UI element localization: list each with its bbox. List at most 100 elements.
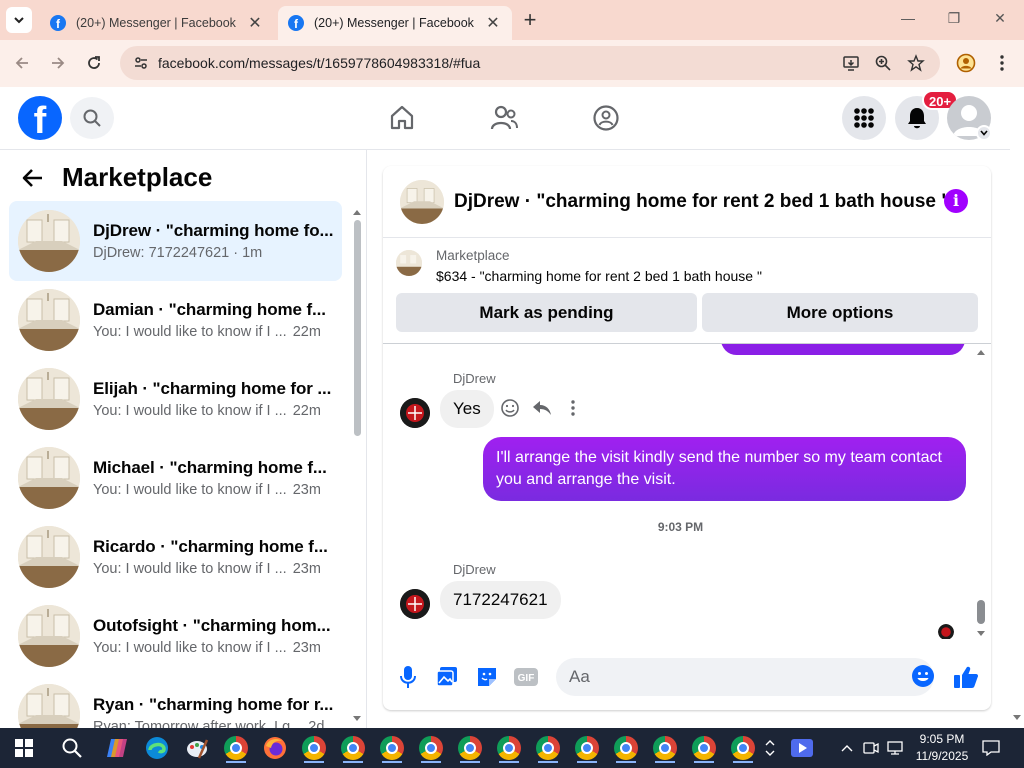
restore-icon[interactable]: ❐ [944, 10, 964, 27]
thread-scrollbar[interactable] [975, 346, 987, 640]
install-app-icon[interactable] [840, 52, 862, 74]
url-text[interactable]: facebook.com/messages/t/1659778604983318… [158, 55, 940, 71]
minimize-icon[interactable]: — [898, 10, 918, 26]
conversation-item[interactable]: Outofsight · "charming hom... You: I woul… [9, 596, 342, 676]
thumbs-up-icon[interactable] [953, 664, 979, 690]
tab-search-button[interactable] [6, 7, 32, 33]
profile-icon[interactable] [954, 51, 978, 75]
chrome-app-icon[interactable] [610, 732, 642, 764]
groups-nav-button[interactable] [589, 101, 623, 135]
conversation-time: 23m [292, 482, 321, 498]
media-app-icon[interactable] [786, 732, 818, 764]
react-emoji-icon[interactable] [498, 396, 522, 420]
zoom-icon[interactable] [872, 52, 894, 74]
scroll-thumb[interactable] [977, 600, 985, 624]
chrome-app-icon[interactable] [649, 732, 681, 764]
incoming-message[interactable]: 7172247621 [440, 581, 561, 619]
account-chevron-icon[interactable] [976, 125, 992, 141]
edge-browser-icon[interactable] [141, 732, 173, 764]
info-icon[interactable]: i [944, 189, 968, 213]
menu-button[interactable] [842, 96, 886, 140]
sender-name: DjDrew [453, 371, 496, 386]
browser-menu-icon[interactable] [990, 51, 1014, 75]
previous-message-bubble[interactable] [721, 344, 965, 355]
chrome-app-icon[interactable] [688, 732, 720, 764]
microphone-icon[interactable] [395, 664, 421, 690]
taskbar-overflow-chevron-icon[interactable] [762, 732, 778, 764]
scroll-down-icon[interactable] [1012, 714, 1022, 722]
more-options-button[interactable]: More options [702, 293, 978, 332]
paint-icon[interactable] [181, 732, 213, 764]
incoming-message[interactable]: Yes [440, 390, 494, 428]
firefox-icon[interactable] [259, 732, 291, 764]
sender-avatar[interactable] [400, 589, 430, 619]
conversation-scrollbar[interactable] [352, 208, 362, 728]
bookmark-star-icon[interactable] [905, 52, 927, 74]
meet-now-icon[interactable] [862, 739, 880, 757]
address-bar[interactable]: facebook.com/messages/t/1659778604983318… [120, 46, 940, 80]
more-actions-icon[interactable] [561, 396, 585, 420]
facebook-logo[interactable]: f [18, 96, 62, 140]
chrome-app-icon[interactable] [454, 732, 486, 764]
browser-tab-2[interactable]: f (20+) Messenger | Facebook ✕ [278, 6, 512, 40]
conversation-item[interactable]: Ricardo · "charming home f... You: I woul… [9, 517, 342, 597]
scroll-down-icon[interactable] [352, 715, 362, 723]
conversation-name: DjDrew · "charming home fo... [93, 221, 333, 240]
network-icon[interactable] [886, 739, 904, 757]
site-info-icon[interactable] [124, 55, 158, 71]
chrome-app-icon[interactable] [220, 732, 252, 764]
gif-icon[interactable]: GIF [513, 664, 539, 690]
message-input[interactable]: Aa [556, 658, 934, 696]
notification-center-icon[interactable] [982, 739, 1000, 757]
reload-button[interactable] [82, 51, 106, 75]
conversation-item[interactable]: DjDrew · "charming home fo... DjDrew: 717… [9, 201, 342, 281]
mark-as-pending-button[interactable]: Mark as pending [396, 293, 697, 332]
friends-nav-button[interactable] [487, 101, 521, 135]
chrome-app-icon[interactable] [571, 732, 603, 764]
chrome-app-icon[interactable] [493, 732, 525, 764]
sticker-icon[interactable] [474, 664, 500, 690]
emoji-icon[interactable] [911, 664, 937, 690]
conversation-item[interactable]: Damian · "charming home f... You: I would… [9, 280, 342, 360]
sender-avatar[interactable] [400, 398, 430, 428]
chrome-app-icon[interactable] [376, 732, 408, 764]
photo-gallery-icon[interactable] [434, 664, 460, 690]
listing-price-title[interactable]: $634 - "charming home for rent 2 bed 1 b… [436, 268, 762, 284]
forward-button[interactable] [46, 51, 70, 75]
close-tab-icon[interactable]: ✕ [246, 13, 264, 33]
system-clock[interactable]: 9:05 PM 11/9/2025 [912, 731, 972, 765]
chrome-app-icon[interactable] [532, 732, 564, 764]
chrome-app-icon[interactable] [415, 732, 447, 764]
show-hidden-icons-chevron-icon[interactable] [838, 739, 856, 757]
reply-icon[interactable] [530, 396, 554, 420]
outgoing-message[interactable]: I'll arrange the visit kindly send the n… [483, 437, 966, 501]
close-window-icon[interactable]: ✕ [990, 10, 1010, 27]
page-scrollbar[interactable] [1010, 87, 1024, 728]
search-button[interactable] [70, 97, 114, 139]
conversation-text: Elijah · "charming home for ... You: I wo… [93, 379, 333, 419]
back-arrow-icon[interactable] [22, 168, 48, 188]
tab-title: (20+) Messenger | Facebook [314, 16, 474, 30]
new-tab-button[interactable]: + [518, 8, 542, 32]
conversation-item[interactable]: Elijah · "charming home for ... You: I wo… [9, 359, 342, 439]
scroll-down-icon[interactable] [976, 630, 986, 638]
scroll-up-icon[interactable] [352, 208, 362, 216]
chrome-app-icon[interactable] [337, 732, 369, 764]
chrome-app-icon[interactable] [727, 732, 759, 764]
listing-avatar[interactable] [400, 179, 444, 224]
scroll-up-icon[interactable] [976, 348, 986, 356]
start-button[interactable] [8, 732, 40, 764]
conversation-item[interactable]: Michael · "charming home f... You: I woul… [9, 438, 342, 518]
conversation-item[interactable]: Ryan · "charming home for r... Ryan: Tomo… [9, 675, 342, 728]
taskbar-search-button[interactable] [56, 732, 88, 764]
conversation-name: Outofsight · "charming hom... [93, 616, 331, 635]
chrome-app-icon[interactable] [298, 732, 330, 764]
home-nav-button[interactable] [385, 101, 419, 135]
back-button[interactable] [10, 51, 34, 75]
close-tab-icon[interactable]: ✕ [484, 13, 502, 33]
copilot-icon[interactable] [101, 732, 133, 764]
conversation-preview: You: I would like to know if I ... 22m [93, 324, 333, 340]
scroll-thumb[interactable] [354, 220, 361, 436]
listing-thumbnail[interactable] [396, 250, 422, 276]
browser-tab-1[interactable]: f (20+) Messenger | Facebook ✕ [40, 6, 274, 40]
